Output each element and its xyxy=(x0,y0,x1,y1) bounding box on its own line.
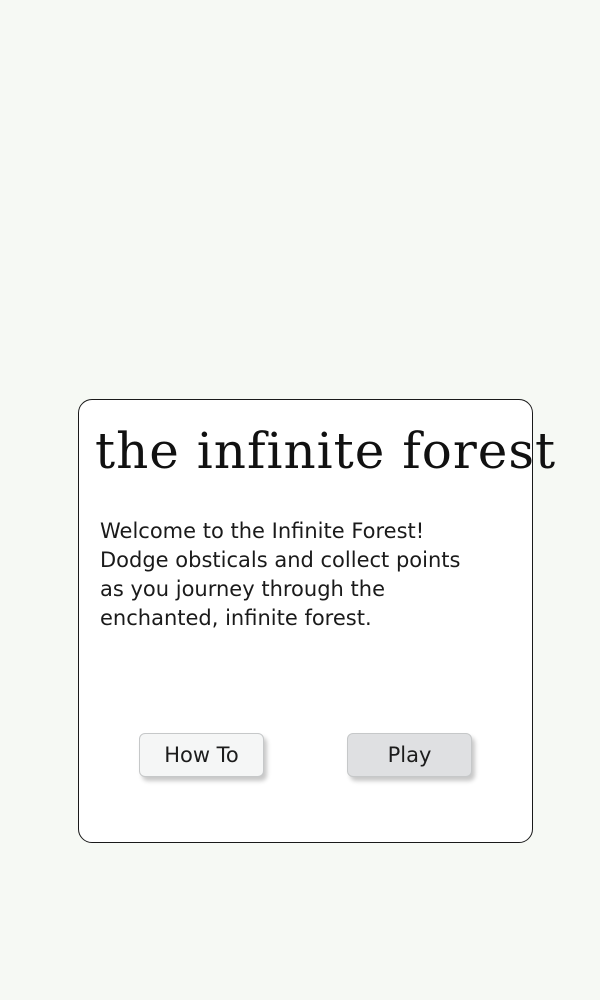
intro-line: Dodge obsticals and collect points xyxy=(100,548,461,572)
how-to-button[interactable]: How To xyxy=(139,733,264,777)
intro-line: Welcome to the Infinite Forest! xyxy=(100,519,425,543)
menu-card: the infinite forest Welcome to the Infin… xyxy=(78,399,557,843)
play-button[interactable]: Play xyxy=(347,733,472,777)
intro-line: enchanted, infinite forest. xyxy=(100,606,372,630)
intro-text: Welcome to the Infinite Forest! Dodge ob… xyxy=(100,517,480,633)
intro-line: as you journey through the xyxy=(100,577,385,601)
game-title: the infinite forest xyxy=(95,422,557,480)
